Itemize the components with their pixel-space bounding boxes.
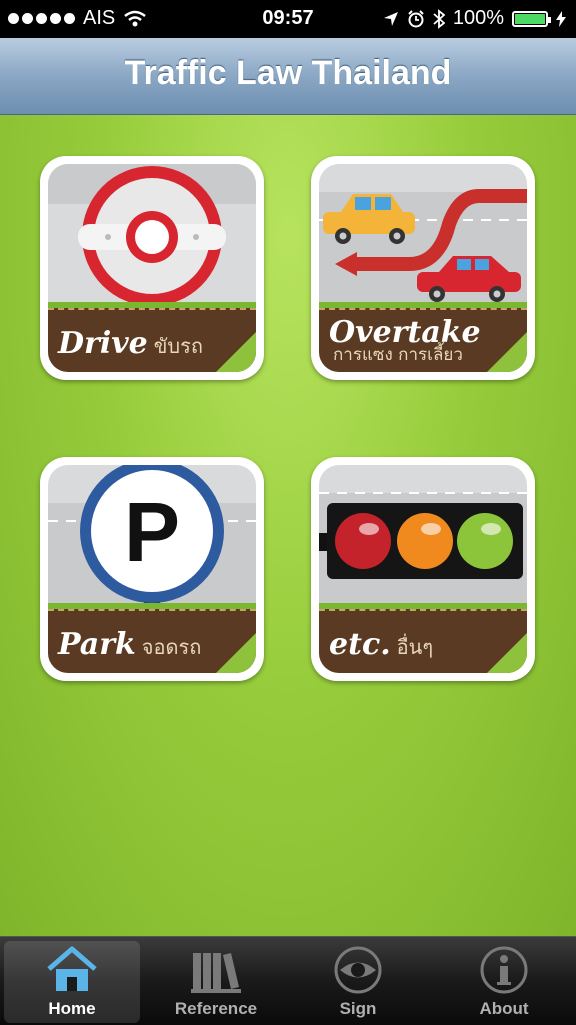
svg-text:P: P <box>124 485 180 579</box>
status-right: 100% <box>383 7 566 30</box>
tile-drive-label-band: Drive ขับรถ <box>48 308 256 372</box>
steering-wheel-icon <box>78 166 226 304</box>
tile-park-thai: จอดรถ <box>141 635 202 659</box>
eye-icon <box>334 946 382 994</box>
tile-drive-inner: Drive ขับรถ <box>48 164 256 372</box>
tab-home-label: Home <box>48 999 96 1018</box>
tab-sign[interactable]: Sign <box>290 941 426 1023</box>
tile-park-label: Park จอดรถ <box>58 627 201 663</box>
tile-drive[interactable]: Drive ขับรถ <box>40 156 264 380</box>
books-icon <box>191 953 241 993</box>
tile-park[interactable]: P Park จอดรถ <box>40 457 264 681</box>
tab-reference-label: Reference <box>174 999 258 1018</box>
tab-home[interactable]: Home <box>4 941 140 1023</box>
tab-reference[interactable]: Reference <box>148 941 284 1023</box>
tile-drive-label: Drive ขับรถ <box>58 326 203 362</box>
alarm-icon <box>408 9 424 27</box>
tile-overtake-inner: Overtake การแซง การเลี้ยว <box>319 164 527 372</box>
house-icon <box>47 946 97 991</box>
status-bar: AIS 09:57 100% <box>0 0 576 38</box>
tile-etc-label-band: etc. อื่นๆ <box>319 609 527 673</box>
tab-about[interactable]: About <box>436 941 572 1023</box>
info-icon <box>480 946 528 994</box>
tile-etc-thai: อื่นๆ <box>396 635 434 659</box>
parking-sign-icon: P <box>48 465 256 615</box>
tab-about-label: About <box>479 999 529 1018</box>
battery-icon <box>512 10 551 27</box>
tile-park-label-band: Park จอดรถ <box>48 609 256 673</box>
bluetooth-icon <box>433 8 445 29</box>
tile-etc-inner: etc. อื่นๆ <box>319 465 527 673</box>
tile-drive-thai: ขับรถ <box>153 334 203 358</box>
navigation-bar: Traffic Law Thailand <box>0 38 576 115</box>
main-content: Drive ขับรถ Overtake การแซง การเลี้ยว P … <box>0 115 576 936</box>
tab-sign-label: Sign <box>339 999 377 1018</box>
charging-icon <box>556 10 566 27</box>
tile-overtake[interactable]: Overtake การแซง การเลี้ยว <box>311 156 535 380</box>
nav-title: Traffic Law Thailand <box>124 54 452 92</box>
tile-etc-label: etc. อื่นๆ <box>329 627 433 663</box>
location-arrow-icon <box>383 11 398 26</box>
tab-bar: Home Reference Sign About <box>0 936 576 1025</box>
tile-etc-title: etc. <box>329 627 391 662</box>
overtake-cars-icon <box>319 189 527 302</box>
traffic-light-icon <box>319 492 527 579</box>
tile-park-inner: P Park จอดรถ <box>48 465 256 673</box>
tile-overtake-thai: การแซง การเลี้ยว <box>333 345 463 365</box>
tile-park-title: Park <box>58 627 136 662</box>
tile-etc[interactable]: etc. อื่นๆ <box>311 457 535 681</box>
tile-drive-title: Drive <box>58 326 148 361</box>
battery-percent: 100% <box>452 7 504 29</box>
tile-overtake-label-band: Overtake การแซง การเลี้ยว <box>319 308 527 372</box>
